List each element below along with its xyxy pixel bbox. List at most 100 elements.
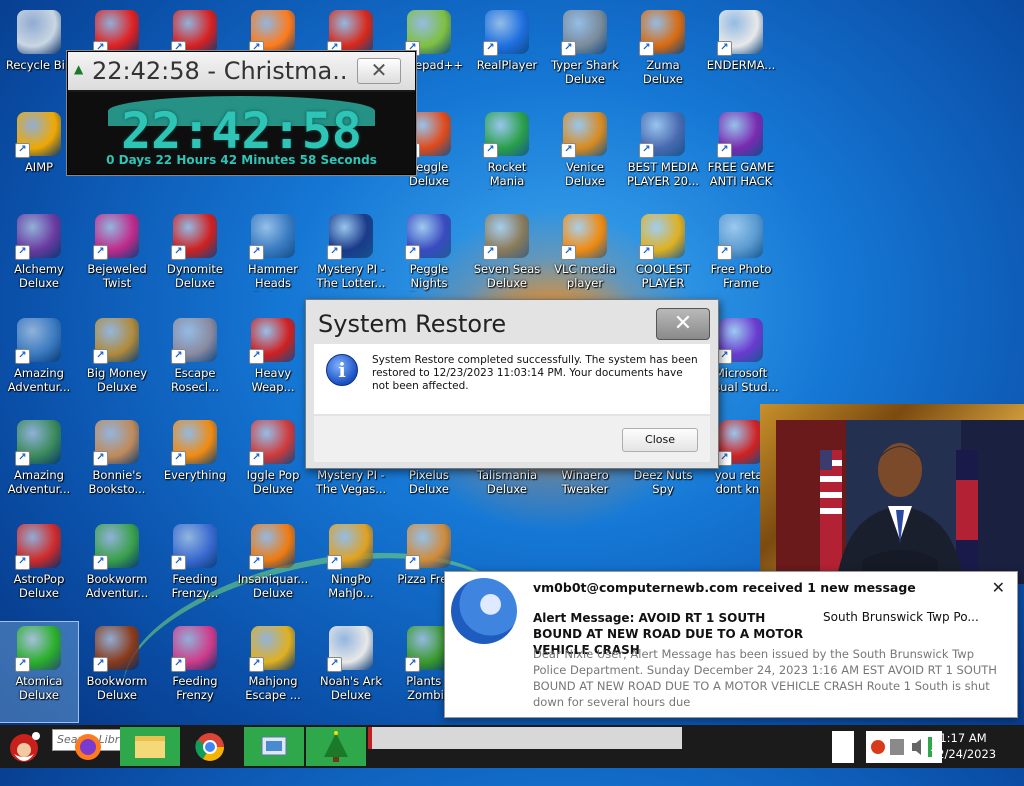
- desktop-icon[interactable]: ↗ ENDERMA...: [702, 6, 780, 106]
- shortcut-arrow-icon: ↗: [483, 143, 498, 158]
- desktop-icon[interactable]: ↗ VLC media player: [546, 210, 624, 310]
- desktop-icon[interactable]: ↗ Atomica Deluxe: [0, 621, 79, 723]
- notification-body: Dear Nixle User, Alert Message has been …: [533, 647, 997, 709]
- red-dragon-icon: ↗: [717, 420, 763, 466]
- desktop-icon[interactable]: ↗ Amazing Adventur...: [0, 416, 78, 516]
- mail-notification[interactable]: vm0b0t@computernewb.com received 1 new m…: [444, 571, 1018, 718]
- taskbar-running-app[interactable]: [368, 727, 682, 749]
- iggle-icon: ↗: [249, 420, 295, 466]
- taskbar-clock[interactable]: 1:17 AM 12/24/2023: [928, 730, 998, 762]
- firefox-taskbar-button[interactable]: [68, 727, 108, 766]
- thunderbird-icon: [451, 578, 517, 644]
- desktop-icon-label: Iggle Pop Deluxe: [246, 468, 300, 496]
- desktop-icon[interactable]: ↗ Insaniquar... Deluxe: [234, 520, 312, 620]
- network-icon: [890, 739, 904, 755]
- desktop-icon-label: Deez Nuts Spy: [633, 468, 693, 496]
- desktop-icon-label: FREE GAME ANTI HACK ...: [707, 160, 775, 190]
- desktop-icon[interactable]: ↗ Feeding Frenzy...: [156, 520, 234, 620]
- desktop-icon[interactable]: ↗ Venice Deluxe: [546, 108, 624, 208]
- taskbar: Search Libr 1:17 AM 12/24/2023: [0, 725, 1024, 768]
- dialog-close-x-button[interactable]: ✕: [656, 308, 710, 340]
- desktop-icon[interactable]: ↗ Escape Rosecl...: [156, 314, 234, 414]
- countdown-window[interactable]: ▲ 22:42:58 - Christma... ✕ 22:42:58 0 Da…: [67, 51, 416, 175]
- desktop-icon[interactable]: ↗ Big Money Deluxe: [78, 314, 156, 414]
- shortcut-arrow-icon: ↗: [93, 245, 108, 260]
- desktop-icon-label: Winaero Tweaker: [561, 468, 609, 496]
- desktop-icon-label: Amazing Adventur...: [7, 366, 71, 394]
- desktop-icon[interactable]: ↗ Seven Seas Deluxe: [468, 210, 546, 310]
- file-explorer-taskbar-button[interactable]: [120, 727, 180, 766]
- desktop-icon[interactable]: ↗ Mystery PI - The Lotter...: [312, 210, 390, 310]
- system-restore-dialog[interactable]: System Restore ✕ i System Restore comple…: [305, 299, 719, 469]
- desktop-icon[interactable]: ↗ Mahjong Escape ...: [234, 622, 312, 722]
- desktop-icon[interactable]: ↗ Hammer Heads Deluxe: [234, 210, 312, 310]
- skull-icon: ↗: [483, 214, 529, 260]
- desktop-icon[interactable]: ↗ Iggle Pop Deluxe: [234, 416, 312, 516]
- desktop-icon-label: Typer Shark Deluxe: [551, 58, 619, 86]
- desktop-icon[interactable]: ↗ BEST MEDIA PLAYER 20...: [624, 108, 702, 208]
- desktop-icon[interactable]: ↗ RealPlayer: [468, 6, 546, 106]
- money-bag-icon: ↗: [93, 318, 139, 364]
- shortcut-arrow-icon: ↗: [171, 245, 186, 260]
- photo-frame-icon: ↗: [717, 214, 763, 260]
- desktop-icon[interactable]: ↗ Heavy Weap...: [234, 314, 312, 414]
- countdown-close-button[interactable]: ✕: [357, 58, 401, 84]
- realplayer-icon: ↗: [483, 10, 529, 56]
- radiation-icon: ↗: [249, 318, 295, 364]
- notification-close-button[interactable]: ✕: [992, 578, 1005, 597]
- desktop-icon-label: Escape Rosecl...: [170, 366, 220, 394]
- desktop-icon[interactable]: ↗ Bookworm Deluxe: [78, 622, 156, 722]
- ningpo-icon: ↗: [327, 524, 373, 570]
- compass-icon: ↗: [15, 318, 61, 364]
- desktop-icon[interactable]: ↗ Bejeweled Twist: [78, 210, 156, 310]
- desktop-icon[interactable]: ↗ Bonnie's Booksto...: [78, 416, 156, 516]
- desktop-icon[interactable]: ↗ Typer Shark Deluxe: [546, 6, 624, 106]
- desktop-icon[interactable]: ↗ Alchemy Deluxe: [0, 210, 78, 310]
- desktop-icon-label: Bookworm Deluxe: [86, 674, 148, 702]
- desktop-icon[interactable]: ↗ NingPo MahJo...: [312, 520, 390, 620]
- shortcut-arrow-icon: ↗: [327, 245, 342, 260]
- globe-icon: ↗: [15, 420, 61, 466]
- desktop-icon-label: Bonnie's Booksto...: [88, 468, 146, 496]
- desktop-icon[interactable]: ↗ Free Photo Frame: [702, 210, 780, 310]
- desktop-icon[interactable]: ↗ Dynomite Deluxe: [156, 210, 234, 310]
- shortcut-arrow-icon: ↗: [483, 245, 498, 260]
- pizza-icon: ↗: [405, 524, 451, 570]
- desktop-icon-label: Heavy Weap...: [251, 366, 295, 394]
- christmas-countdown-taskbar-button[interactable]: [306, 727, 366, 766]
- close-button[interactable]: Close: [622, 428, 698, 452]
- desktop-icon[interactable]: ↗ Rocket Mania Deluxe: [468, 108, 546, 208]
- bookworm-icon: ↗: [93, 524, 139, 570]
- desktop-icon[interactable]: ↗ Amazing Adventur...: [0, 314, 78, 414]
- desktop-icon[interactable]: ↗ Bookworm Adventur...: [78, 520, 156, 620]
- portrait-frame[interactable]: [760, 404, 1024, 584]
- shortcut-arrow-icon: ↗: [639, 41, 654, 56]
- chrome-taskbar-button[interactable]: [188, 727, 232, 766]
- bonnie-icon: ↗: [93, 420, 139, 466]
- desktop-icon[interactable]: ↗ AstroPop Deluxe: [0, 520, 78, 620]
- desktop-icon[interactable]: ↗ Feeding Frenzy Deluxe: [156, 622, 234, 722]
- desktop-icon[interactable]: ↗ FREE GAME ANTI HACK ...: [702, 108, 780, 208]
- start-button[interactable]: [2, 726, 48, 767]
- countdown-titlebar[interactable]: ▲ 22:42:58 - Christma... ✕: [68, 52, 415, 90]
- control-panel-taskbar-button[interactable]: [244, 727, 304, 766]
- mahjong-icon: ↗: [249, 626, 295, 672]
- desktop-icon[interactable]: ↗ Everything: [156, 416, 234, 516]
- dove-icon: ↗: [327, 626, 373, 672]
- desktop-icon[interactable]: ↗ Peggle Nights Deluxe: [390, 210, 468, 310]
- show-hidden-icons-button[interactable]: [832, 731, 854, 763]
- desktop-icon[interactable]: ↗ COOLEST PLAYER: [624, 210, 702, 310]
- desktop-icon-label: BEST MEDIA PLAYER 20...: [626, 160, 700, 188]
- moon-icon: ↗: [171, 318, 217, 364]
- desktop-icon-label: Atomica Deluxe: [15, 674, 63, 702]
- notification-header: vm0b0t@computernewb.com received 1 new m…: [533, 580, 916, 595]
- desktop-icon[interactable]: ↗ Zuma Deluxe: [624, 6, 702, 106]
- desktop-icon[interactable]: ↗ Noah's Ark Deluxe: [312, 622, 390, 722]
- window-icon: ↗: [717, 10, 763, 56]
- clock-date: 12/24/2023: [929, 747, 997, 761]
- desktop-icon-label: Hammer Heads Deluxe: [248, 262, 298, 292]
- fish-pink-icon: ↗: [171, 626, 217, 672]
- desktop-icon-label: Free Photo Frame: [710, 262, 772, 290]
- pagoda-icon: ↗: [327, 10, 373, 56]
- shortcut-arrow-icon: ↗: [483, 41, 498, 56]
